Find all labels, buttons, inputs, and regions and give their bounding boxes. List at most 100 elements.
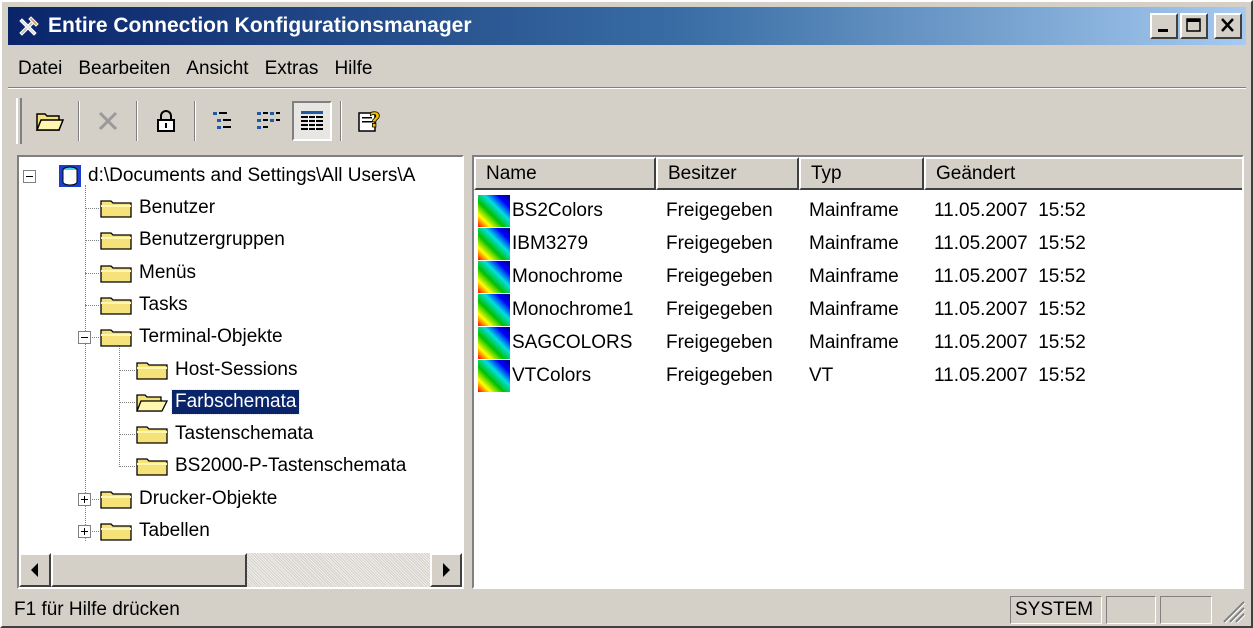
column-header-geaendert[interactable]: Geändert [924, 157, 1242, 190]
tree-item-label: Drucker-Objekte [139, 487, 278, 509]
scroll-left-button[interactable] [19, 553, 51, 587]
column-header-name[interactable]: Name [474, 157, 656, 190]
expand-toggle[interactable] [78, 525, 91, 538]
view-tree-button[interactable] [204, 101, 244, 141]
title-bar[interactable]: Entire Connection Konfigurationsmanager [8, 7, 1246, 45]
folder-icon [100, 232, 132, 250]
cell-owner: Freigegeben [656, 200, 799, 222]
tree-item[interactable]: Benutzergruppen [99, 225, 288, 255]
tree-connector [85, 208, 99, 209]
help-button[interactable]: ? [350, 101, 390, 141]
menu-extras[interactable]: Extras [257, 58, 327, 80]
menu-ansicht[interactable]: Ansicht [178, 58, 256, 80]
tree-item[interactable]: Tastenschemata [135, 419, 316, 449]
tree-item-label: Terminal-Objekte [139, 326, 283, 348]
cell-name: IBM3279 [478, 228, 656, 260]
collapse-toggle[interactable] [23, 169, 36, 183]
toolbar-grip[interactable] [16, 98, 22, 144]
toolbar: ? [8, 92, 1246, 150]
color-scheme-icon [478, 327, 510, 359]
cell-name-text: IBM3279 [512, 233, 589, 254]
tree-item[interactable]: Tabellen [99, 516, 213, 546]
cell-changed: 11.05.2007 15:52 [924, 332, 1242, 354]
tree-item[interactable]: Host-Sessions [135, 355, 301, 385]
list-panel[interactable]: Name Besitzer Typ Geändert BS2Colors Frei… [472, 155, 1244, 589]
cell-type-text: Mainframe [809, 299, 899, 320]
list-item[interactable]: Monochrome1 Freigegeben Mainframe 11.05.200… [478, 294, 1242, 326]
cell-changed: 11.05.2007 15:52 [924, 233, 1242, 255]
tree-item[interactable]: Farbschemata [135, 387, 301, 417]
maximize-button[interactable] [1180, 13, 1208, 39]
resize-grip-icon[interactable] [1216, 596, 1246, 624]
lock-button[interactable] [146, 101, 186, 141]
delete-x-icon [98, 111, 118, 131]
tree-item[interactable]: Drucker-Objekte [99, 484, 280, 514]
cell-changed-text: 11.05.2007 15:52 [934, 299, 1086, 320]
cell-owner-text: Freigegeben [666, 365, 773, 386]
list-item[interactable]: IBM3279 Freigegeben Mainframe 11.05.2007 15… [478, 228, 1242, 260]
cell-owner: Freigegeben [656, 332, 799, 354]
tree-item[interactable]: Menüs [99, 258, 199, 288]
tree-item-label: Menüs [139, 261, 197, 283]
status-text: F1 für Hilfe drücken [14, 599, 180, 620]
tree-item-label: Farbschemata [170, 388, 301, 415]
menu-datei[interactable]: Datei [10, 58, 70, 80]
arrow-left-icon [31, 563, 38, 577]
menu-hilfe[interactable]: Hilfe [326, 58, 380, 80]
cell-name-text: BS2Colors [512, 200, 603, 221]
expand-toggle[interactable] [78, 492, 91, 506]
list-item[interactable]: VTColors Freigegeben VT 11.05.2007 15:52 [478, 360, 1242, 392]
cell-owner: Freigegeben [656, 266, 799, 288]
delete-button[interactable] [88, 101, 128, 141]
cell-owner-text: Freigegeben [666, 233, 773, 254]
folder-icon [136, 361, 168, 380]
menu-bearbeiten[interactable]: Bearbeiten [70, 58, 178, 80]
tree-item[interactable]: Benutzer [99, 193, 218, 223]
cell-owner-text: Freigegeben [666, 266, 773, 287]
cell-changed: 11.05.2007 15:52 [924, 299, 1242, 321]
tree-panel[interactable]: d:\Documents and Settings\All Users\A Be… [17, 155, 464, 589]
minimize-button[interactable] [1150, 13, 1178, 39]
scroll-right-button[interactable] [430, 553, 462, 587]
collapse-toggle[interactable] [78, 331, 91, 345]
open-folder-icon [136, 394, 169, 412]
cell-name-text: Monochrome1 [512, 299, 634, 320]
color-scheme-icon [478, 294, 510, 326]
view-details-button[interactable] [292, 101, 332, 141]
list-item[interactable]: BS2Colors Freigegeben Mainframe 11.05.2007 … [478, 195, 1242, 227]
tree-view[interactable]: d:\Documents and Settings\All Users\A Be… [19, 157, 462, 553]
tree-item[interactable]: BS2000-P-Tastenschemata [135, 451, 409, 481]
cell-owner: Freigegeben [656, 365, 799, 387]
tools-icon [19, 16, 39, 36]
list-view-icon [257, 112, 280, 129]
toolbar-divider [8, 87, 1246, 89]
status-pane-3 [1160, 596, 1212, 624]
open-button[interactable] [30, 101, 70, 141]
cell-changed-text: 11.05.2007 15:52 [934, 365, 1086, 386]
tree-root[interactable]: d:\Documents and Settings\All Users\A [23, 161, 418, 191]
cell-changed: 11.05.2007 15:52 [924, 200, 1242, 222]
cell-name-text: SAGCOLORS [512, 332, 633, 353]
scroll-thumb[interactable] [51, 553, 247, 587]
view-list-button[interactable] [248, 101, 288, 141]
column-header-besitzer[interactable]: Besitzer [656, 157, 799, 190]
cell-type-text: Mainframe [809, 266, 899, 287]
tree-horizontal-scrollbar[interactable] [19, 553, 462, 587]
list-item[interactable]: Monochrome Freigegeben Mainframe 11.05.2007… [478, 261, 1242, 293]
tree-connector [119, 345, 120, 465]
arrow-right-icon [443, 563, 450, 577]
database-icon [59, 165, 81, 187]
folder-icon [136, 426, 168, 444]
close-button[interactable] [1214, 13, 1242, 39]
tree-connector [85, 272, 99, 274]
tree-item[interactable]: Tasks [99, 290, 191, 320]
status-pane-user: SYSTEM [1010, 596, 1102, 624]
list-item[interactable]: SAGCOLORS Freigegeben Mainframe 11.05.2007 … [478, 327, 1242, 359]
details-view-icon [301, 111, 323, 130]
tree-item[interactable]: Terminal-Objekte [99, 322, 286, 352]
open-folder-icon [35, 113, 65, 131]
cell-owner: Freigegeben [656, 233, 799, 255]
cell-type-text: VT [809, 365, 834, 386]
column-header-typ[interactable]: Typ [799, 157, 924, 190]
tree-connector [119, 401, 135, 403]
